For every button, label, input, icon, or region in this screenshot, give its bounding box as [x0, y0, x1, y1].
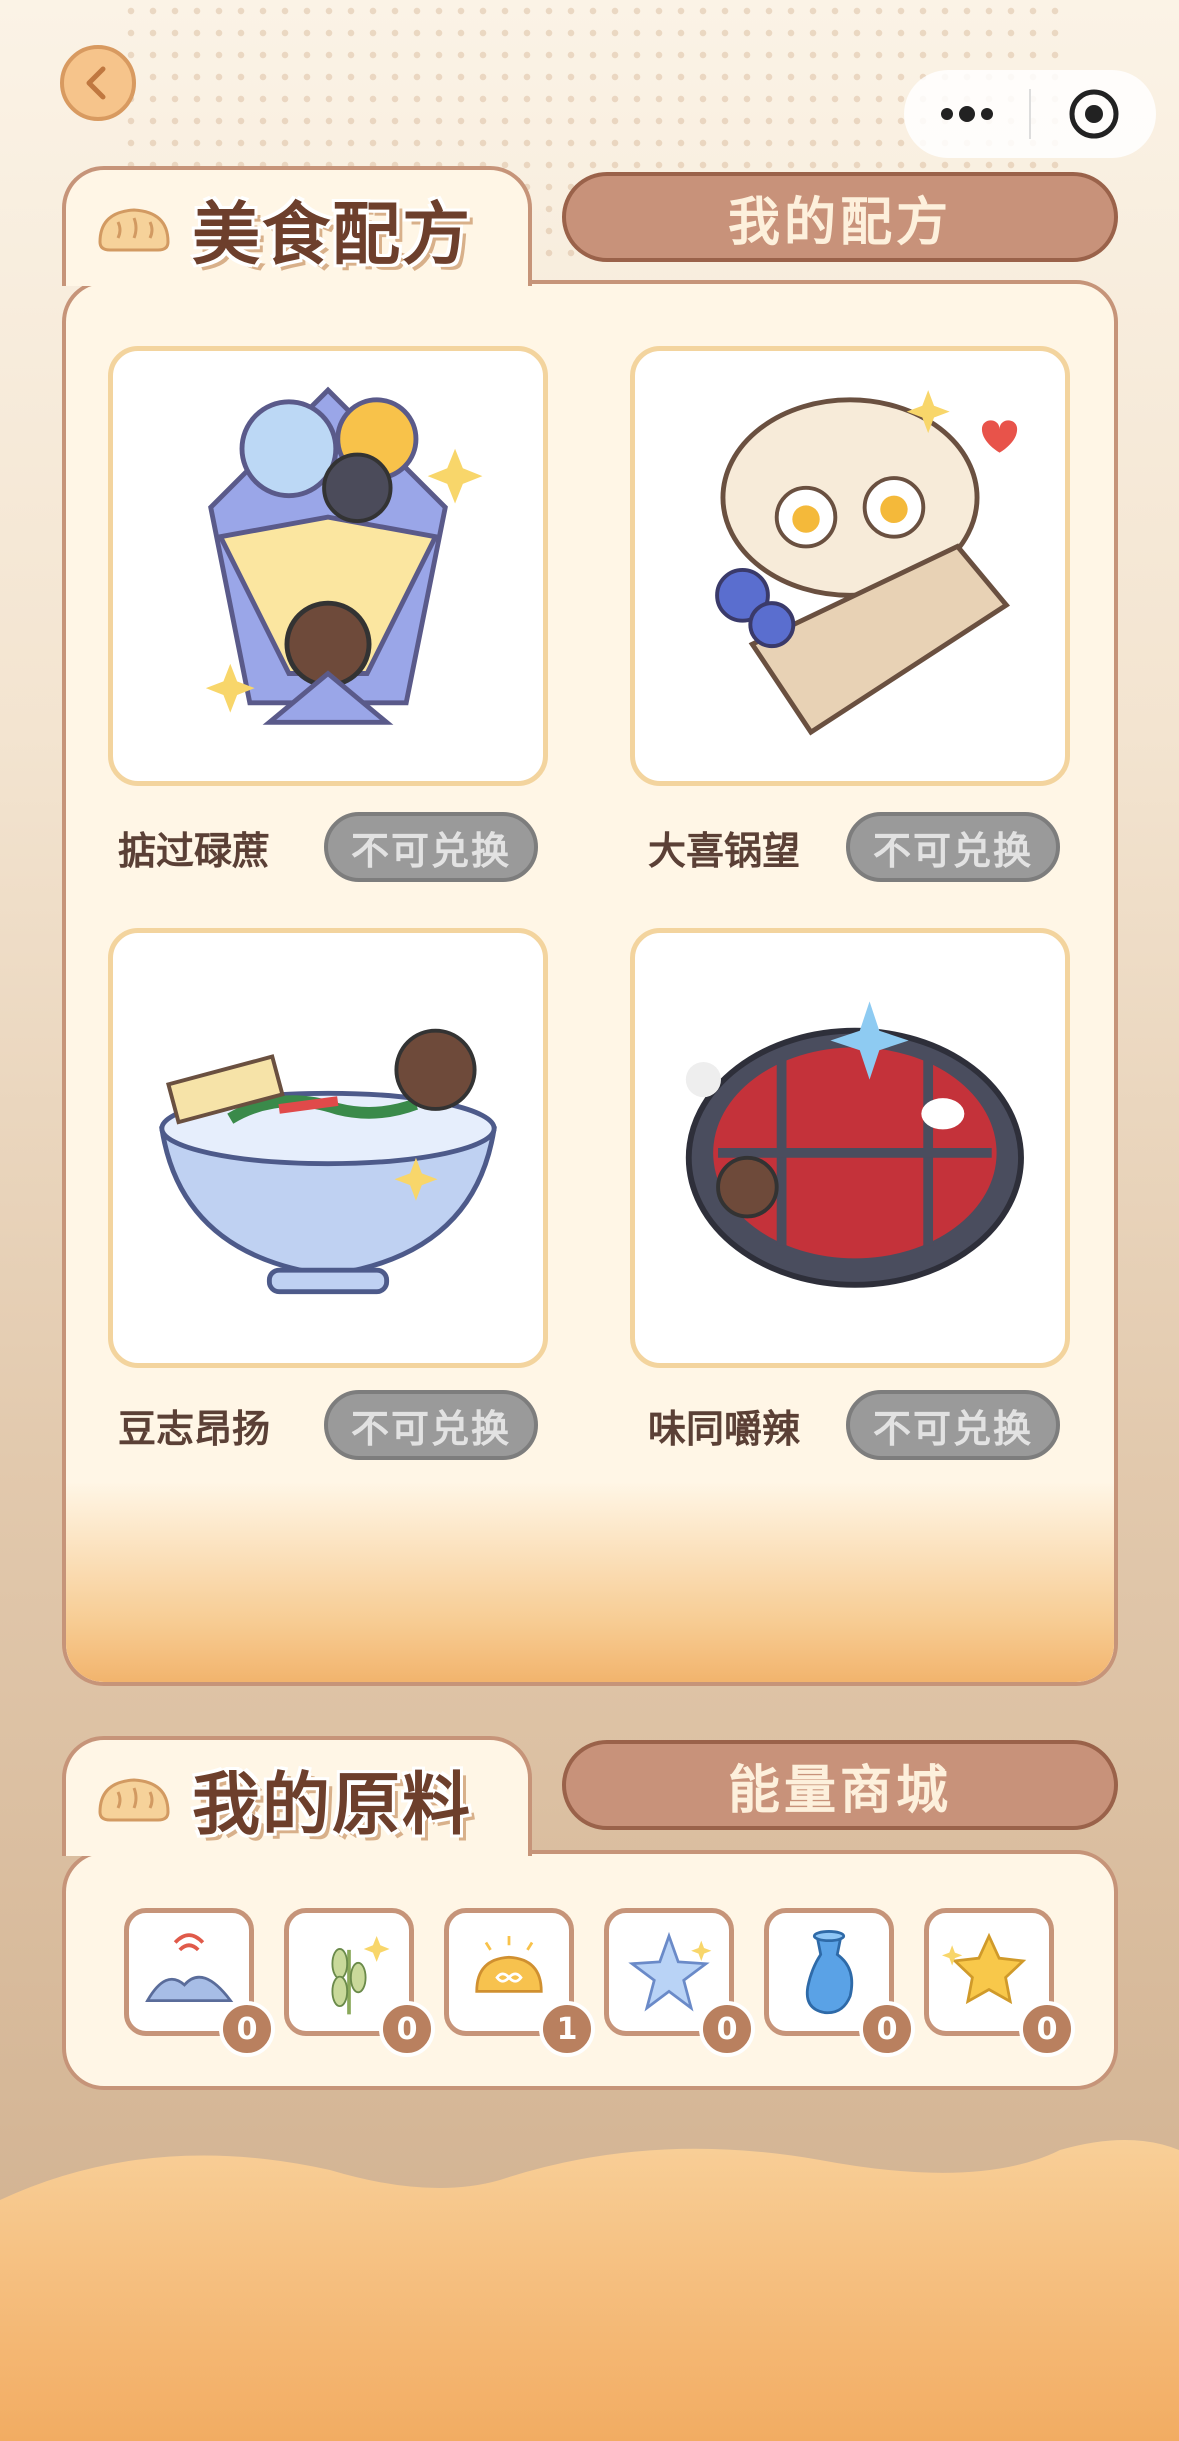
recipes-title-tab: 美食配方 [62, 166, 532, 286]
recipe-card[interactable] [630, 928, 1070, 1368]
redeem-button-disabled[interactable]: 不可兑换 [846, 812, 1060, 882]
count-badge: 0 [699, 2001, 755, 2057]
count-badge: 0 [859, 2001, 915, 2057]
close-button[interactable] [1031, 70, 1156, 158]
recipe-name: 掂过碌蔗 [118, 829, 271, 873]
section-title: 美食配方 [192, 195, 473, 275]
ingredient-slot[interactable]: 0 [924, 1908, 1075, 2057]
hotpot-dish-icon [685, 1001, 1024, 1288]
recipes-panel: 掂过碌蔗 不可兑换 大喜锅望 不可兑换 豆志昂扬 不可兑换 味同嚼辣 不可兑换 [62, 280, 1118, 1686]
bottom-wave-decoration [0, 2140, 1179, 2441]
ingredient-slot[interactable]: 0 [764, 1908, 915, 2057]
ingredients-title-tab: 我的原料 [62, 1736, 532, 1856]
redeem-button-disabled[interactable]: 不可兑换 [324, 812, 538, 882]
redeem-button-disabled[interactable]: 不可兑换 [324, 1390, 538, 1460]
ingredient-slot[interactable]: 1 [444, 1908, 595, 2057]
count-badge: 0 [379, 2001, 435, 2057]
bread-icon [98, 208, 170, 252]
bread-bag-dish-icon [715, 390, 1018, 736]
noodle-bowl-dish-icon [159, 1028, 497, 1295]
bread-icon [98, 1778, 170, 1822]
count-badge: 0 [219, 2001, 275, 2057]
more-dots-icon [940, 106, 993, 122]
target-close-icon [1069, 89, 1118, 139]
recipe-card[interactable] [630, 346, 1070, 786]
ingredient-slot[interactable]: 0 [604, 1908, 755, 2057]
recipe-name: 大喜锅望 [648, 829, 801, 873]
energy-shop-button[interactable]: 能量商城 [562, 1740, 1118, 1830]
recipe-card[interactable] [108, 346, 548, 786]
chevron-left-icon [86, 66, 106, 100]
count-badge: 1 [539, 2001, 595, 2057]
my-recipes-button[interactable]: 我的配方 [562, 172, 1118, 262]
recipe-name: 味同嚼辣 [648, 1407, 801, 1451]
back-button[interactable] [60, 45, 136, 121]
ingredient-slot[interactable]: 0 [284, 1908, 435, 2057]
recipe-name: 豆志昂扬 [118, 1407, 271, 1451]
bouquet-dish-icon [205, 386, 483, 725]
section-title: 我的原料 [192, 1765, 473, 1845]
count-badge: 0 [1019, 2001, 1075, 2057]
redeem-button-disabled[interactable]: 不可兑换 [846, 1390, 1060, 1460]
more-button[interactable] [904, 70, 1029, 158]
ingredient-slot[interactable]: 0 [124, 1908, 275, 2057]
mini-program-capsule [904, 70, 1156, 158]
recipe-card[interactable] [108, 928, 548, 1368]
